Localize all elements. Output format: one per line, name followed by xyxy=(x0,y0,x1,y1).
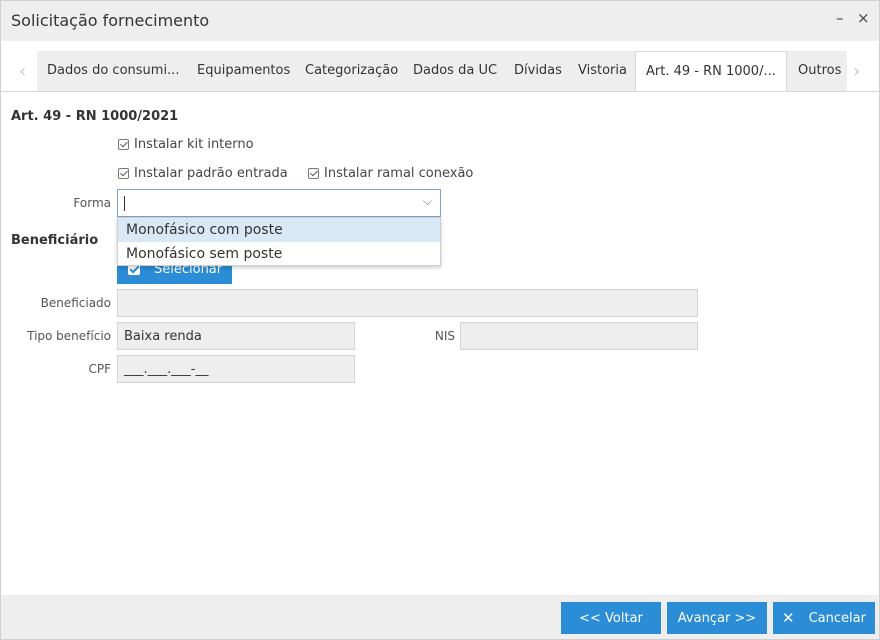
tab-dados-consumidor[interactable]: Dados do consumi... xyxy=(47,51,179,91)
checkbox-checked-icon[interactable] xyxy=(308,168,319,179)
voltar-button[interactable]: << Voltar xyxy=(561,602,661,634)
dialog-footer: << Voltar Avançar >> ✕ Cancelar xyxy=(1,595,879,639)
checkbox-checked-icon[interactable] xyxy=(118,139,129,150)
dropdown-option-monofasico-com-poste[interactable]: Monofásico com poste xyxy=(118,218,440,242)
cancelar-button[interactable]: ✕ Cancelar xyxy=(773,602,875,634)
checkbox-instalar-kit-interno[interactable]: Instalar kit interno xyxy=(118,137,254,152)
beneficiado-label: Beneficiado xyxy=(40,296,111,310)
cpf-field: ___.___.___-__ xyxy=(117,355,355,383)
nis-label: NIS xyxy=(434,329,455,343)
beneficiario-section-title: Beneficiário xyxy=(11,233,99,248)
dialog-title: Solicitação fornecimento xyxy=(11,11,210,30)
tab-vistoria[interactable]: Vistoria xyxy=(578,51,627,91)
checkbox-label: Instalar kit interno xyxy=(134,137,254,152)
checkbox-instalar-ramal-conexao[interactable]: Instalar ramal conexão xyxy=(308,166,473,181)
tab-dividas[interactable]: Dívidas xyxy=(514,51,562,91)
tab-strip: Dados do consumi... Equipamentos Categor… xyxy=(37,51,847,91)
checkbox-instalar-padrao-entrada[interactable]: Instalar padrão entrada xyxy=(118,166,288,181)
close-x-icon: ✕ xyxy=(782,609,795,627)
checkbox-label: Instalar ramal conexão xyxy=(324,166,474,181)
minimize-icon[interactable]: – xyxy=(836,9,844,27)
tab-prev-arrow-icon[interactable]: ‹ xyxy=(19,61,26,82)
text-cursor xyxy=(124,196,125,211)
tab-dados-uc[interactable]: Dados da UC xyxy=(413,51,497,91)
title-bar: Solicitação fornecimento – × xyxy=(1,1,879,41)
cancelar-button-label: Cancelar xyxy=(808,610,866,626)
nis-field xyxy=(460,322,698,350)
dialog-window: Solicitação fornecimento – × ‹ Dados do … xyxy=(0,0,880,640)
forma-dropdown-list: Monofásico com poste Monofásico sem post… xyxy=(117,217,441,266)
forma-label: Forma xyxy=(73,196,111,210)
chevron-down-icon[interactable]: ⌵ xyxy=(423,194,432,209)
tipo-beneficio-label: Tipo benefício xyxy=(27,329,111,343)
forma-select[interactable]: ⌵ xyxy=(117,189,441,217)
tab-categorizacao[interactable]: Categorização xyxy=(305,51,398,91)
tab-outros[interactable]: Outros xyxy=(798,51,841,91)
tipo-beneficio-field: Baixa renda xyxy=(117,322,355,350)
close-icon[interactable]: × xyxy=(857,9,870,27)
beneficiado-field xyxy=(117,289,698,317)
tab-next-arrow-icon[interactable]: › xyxy=(853,61,860,82)
tab-art49[interactable]: Art. 49 - RN 1000/... xyxy=(635,51,787,91)
checkbox-checked-icon[interactable] xyxy=(118,168,129,179)
cpf-label: CPF xyxy=(88,362,111,376)
avancar-button[interactable]: Avançar >> xyxy=(667,602,767,634)
checkbox-label: Instalar padrão entrada xyxy=(134,166,288,181)
art49-section-title: Art. 49 - RN 1000/2021 xyxy=(11,109,179,124)
dropdown-option-monofasico-sem-poste[interactable]: Monofásico sem poste xyxy=(118,242,440,266)
tab-equipamentos[interactable]: Equipamentos xyxy=(197,51,290,91)
tab-bar: ‹ Dados do consumi... Equipamentos Categ… xyxy=(1,51,879,92)
